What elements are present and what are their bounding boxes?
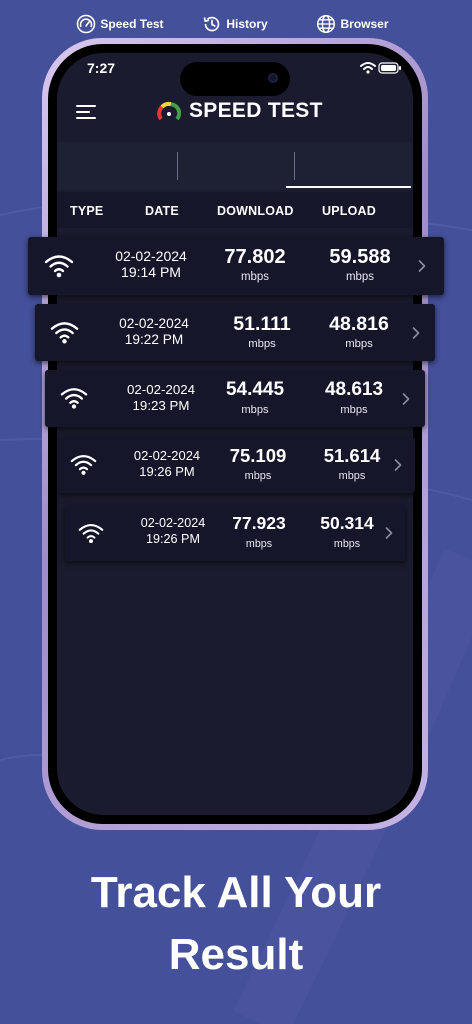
row-upload-unit: mbps: [333, 538, 361, 550]
row-download-unit: mbps: [245, 538, 273, 550]
active-tab-indicator: [286, 186, 411, 188]
chevron-right-icon: [418, 260, 426, 272]
gauge-icon: [77, 14, 96, 34]
chevron-right-icon: [412, 326, 420, 339]
row-upload-value: 48.816: [329, 312, 389, 335]
app-title: SPEED TEST: [189, 99, 323, 122]
wifi-icon: [60, 388, 88, 410]
row-time: 19:26 PM: [139, 464, 195, 479]
promo-headline: Track All Your Result: [0, 862, 472, 986]
status-time: 7:27: [87, 60, 116, 76]
row-upload-unit: mbps: [345, 337, 373, 350]
row-upload-value: 50.314: [320, 513, 374, 533]
row-upload-unit: mbps: [345, 271, 375, 283]
tab-browser[interactable]: Browser: [300, 0, 405, 48]
row-download-value: 77.802: [224, 246, 286, 268]
chevron-right-icon: [402, 392, 410, 405]
promo-line-2: Result: [168, 930, 304, 979]
column-header-upload: UPLOAD: [322, 204, 376, 218]
row-upload-value: 51.614: [323, 445, 381, 466]
row-date: 02-02-2024: [140, 516, 206, 530]
wifi-icon: [70, 455, 97, 476]
chevron-right-icon: [385, 527, 393, 539]
row-upload-value: 59.588: [329, 246, 391, 268]
tab-divider: [294, 152, 295, 180]
column-header-type: TYPE: [70, 204, 104, 218]
wifi-icon: [50, 322, 79, 344]
row-date: 02-02-2024: [126, 381, 196, 397]
row-time: 19:22 PM: [124, 331, 184, 347]
row-download-unit: mbps: [248, 337, 276, 350]
chevron-right-icon: [394, 459, 402, 471]
row-date: 02-02-2024: [133, 448, 201, 463]
wifi-icon: [44, 255, 74, 278]
tab-history-label: History: [226, 17, 268, 31]
row-download-value: 51.111: [233, 312, 291, 335]
battery-icon: [378, 62, 401, 74]
dynamic-island: [180, 62, 290, 96]
column-header-date: DATE: [145, 204, 179, 218]
row-download-unit: mbps: [241, 403, 269, 416]
speedometer-logo-icon: [157, 101, 181, 121]
row-time: 19:23 PM: [132, 397, 190, 413]
promo-line-1: Track All Your: [90, 868, 382, 917]
row-upload-value: 48.613: [324, 378, 384, 400]
history-icon: [203, 16, 220, 32]
row-download-value: 75.109: [229, 445, 287, 466]
status-icons: [360, 62, 401, 74]
tab-speed-test[interactable]: Speed Test: [70, 0, 170, 48]
row-date: 02-02-2024: [115, 248, 187, 264]
tab-bar: [57, 142, 413, 190]
wifi-status-icon: [360, 62, 376, 74]
tab-browser-label: Browser: [340, 17, 389, 31]
menu-icon[interactable]: [76, 103, 98, 121]
row-upload-unit: mbps: [340, 403, 368, 416]
wifi-icon: [78, 523, 104, 543]
row-time: 19:26 PM: [146, 532, 200, 546]
tab-divider: [177, 152, 178, 180]
row-download-value: 54.445: [225, 378, 285, 400]
row-download-unit: mbps: [240, 271, 270, 283]
globe-icon: [317, 14, 336, 34]
row-download-value: 77.923: [232, 513, 286, 533]
tab-history[interactable]: History: [190, 0, 280, 48]
row-time: 19:14 PM: [121, 264, 181, 280]
column-header-download: DOWNLOAD: [217, 204, 294, 218]
row-download-unit: mbps: [244, 470, 272, 482]
row-date: 02-02-2024: [119, 315, 189, 331]
row-upload-unit: mbps: [338, 470, 366, 482]
camera-icon: [268, 73, 278, 83]
tab-speed-test-label: Speed Test: [100, 17, 164, 31]
